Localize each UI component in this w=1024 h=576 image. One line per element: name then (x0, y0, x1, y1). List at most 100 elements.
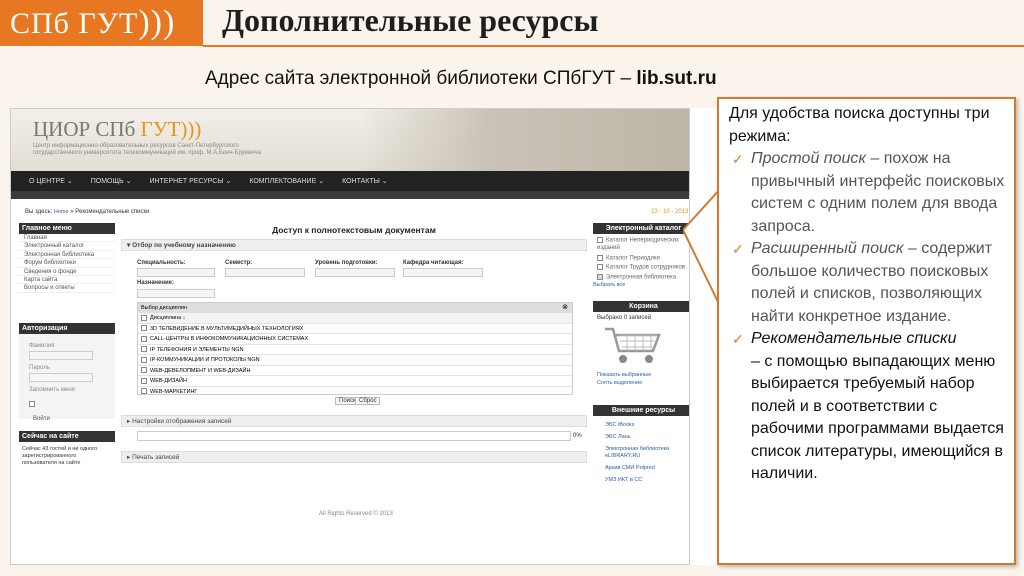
checkmark-icon: ✓ (732, 241, 744, 257)
semester-select[interactable] (225, 268, 305, 277)
callout-pointer (683, 188, 721, 308)
discipline-list-title: Выбор дисциплин (141, 305, 187, 311)
catalog-item-label: Каталог Трудов сотрудников (606, 264, 686, 271)
row-checkbox[interactable] (141, 325, 147, 332)
callout-item-simple-search: ✓ Простой поиск – похож на привычный инте… (729, 148, 1009, 238)
row-checkbox[interactable] (141, 377, 147, 384)
menu-item-library[interactable]: Электронная библиотека (19, 251, 115, 260)
catalog-item[interactable]: Каталог Трудов сотрудников (593, 261, 689, 271)
discipline-name: 3D ТЕЛЕВИДЕНИЕ В МУЛЬТИМЕДИЙНЫХ ТЕХНОЛОГ… (150, 325, 304, 332)
callout-item-advanced-search: ✓ Расширенный поиск – содержит большое ко… (729, 238, 1009, 328)
auth-pass-label: Пароль (29, 365, 50, 371)
discipline-name: WEB-МАРКЕТИНГ (150, 388, 198, 395)
cart-clear-link[interactable]: Снять выделение (593, 378, 689, 386)
row-checkbox[interactable] (141, 356, 147, 363)
menu-item-home[interactable]: Главная (19, 234, 115, 243)
filter-title: Отбор по учебному назначению (132, 242, 236, 249)
discipline-name: WEB-ДЕВЕЛОПМЕНТ И WEB-ДИЗАЙН (150, 367, 251, 374)
menu-item-catalog[interactable]: Электронный каталог (19, 242, 115, 251)
slide-title: Дополнительные ресурсы (222, 2, 599, 38)
filter-accordion[interactable]: ▾ Отбор по учебному назначению (121, 239, 587, 251)
main-menu: Главное меню Главная Электронный каталог… (19, 223, 115, 293)
level-select[interactable] (315, 268, 395, 277)
callout-item-title: Рекомендательные списки (751, 330, 957, 347)
online-box: Сейчас на сайте Сейчас 43 гостей и ни од… (19, 431, 115, 471)
catalog-item-label: Каталог Периодики (606, 255, 660, 262)
auth-remember-checkbox[interactable] (29, 400, 35, 407)
page-heading: Доступ к полнотекстовым документам (272, 225, 436, 235)
row-checkbox[interactable] (141, 335, 147, 342)
label-department: Кафедра читающая: (403, 260, 464, 266)
ext-link-ibooks[interactable]: ЭБС iBooks (593, 416, 689, 428)
ext-link-elibrary[interactable]: Электронная библиотека eLIBRARY.RU (593, 440, 673, 459)
menu-item-faq[interactable]: Вопросы и ответы (19, 284, 115, 293)
auth-login-button[interactable]: Войти (19, 413, 115, 422)
purpose-select[interactable] (137, 289, 215, 298)
progress-bar (137, 431, 571, 441)
specialty-select[interactable] (137, 268, 215, 277)
site-header-photo (359, 109, 689, 171)
discipline-row[interactable]: CALL-ЦЕНТРЫ В ИНФОКОММУНИКАЦИОННЫХ СИСТЕ… (138, 334, 572, 345)
discipline-row[interactable]: 3D ТЕЛЕВИДЕНИЕ В МУЛЬТИМЕДИЙНЫХ ТЕХНОЛОГ… (138, 324, 572, 334)
discipline-list: Выбор дисциплин ⊗ Дисциплина ↓ 3D ТЕЛЕВИД… (137, 302, 573, 395)
close-icon[interactable]: ⊗ (562, 303, 568, 313)
shopping-cart-icon (605, 327, 661, 363)
row-checkbox[interactable] (141, 346, 147, 353)
checkmark-icon: ✓ (732, 331, 744, 347)
department-select[interactable] (403, 268, 483, 277)
reset-button[interactable]: Сброс (355, 397, 381, 405)
callout-item-title: Расширенный поиск (751, 240, 904, 257)
nav-about[interactable]: О ЦЕНТРЕ ⌄ (29, 177, 73, 185)
label-purpose: Назначение: (137, 280, 175, 286)
online-text: Сейчас 43 гостей и ни одного зарегистрир… (22, 446, 98, 466)
discipline-row[interactable]: WEB-МАРКЕТИНГ (138, 387, 572, 395)
label-specialty: Специальность: (137, 260, 186, 266)
menu-item-sitemap[interactable]: Карта сайта (19, 276, 115, 285)
discipline-header-label: Дисциплина ↓ (150, 315, 186, 321)
select-all-link[interactable]: Выбрать все (593, 280, 689, 288)
print-accordion[interactable]: ▸ Печать записей (121, 451, 587, 463)
ext-link-lan[interactable]: ЭБС Лань (593, 428, 689, 440)
auth-login-input[interactable] (29, 351, 93, 360)
breadcrumb-home[interactable]: Home (54, 209, 69, 215)
menu-item-fund[interactable]: Сведения о фонде (19, 268, 115, 276)
discipline-name: WEB-ДИЗАЙН (150, 378, 187, 384)
callout-item-title: Простой поиск (751, 150, 866, 167)
label-semester: Семестр: (225, 260, 253, 266)
discipline-name: IP ТЕЛЕФОНИЯ И ЭЛЕМЕНТЫ NGN (150, 346, 244, 353)
discipline-row[interactable]: IP-КОММУНИКАЦИИ И ПРОТОКОЛЫ NGN (138, 355, 572, 366)
select-all-checkbox[interactable] (141, 314, 147, 321)
nav-contacts[interactable]: КОНТАКТЫ ⌄ (342, 177, 388, 185)
auth-pass-input[interactable] (29, 373, 93, 382)
nav-internet-resources[interactable]: ИНТЕРНЕТ РЕСУРСЫ ⌄ (149, 177, 231, 185)
catalog-item[interactable]: Электронная библиотека (593, 271, 689, 280)
discipline-row[interactable]: IP ТЕЛЕФОНИЯ И ЭЛЕМЕНТЫ NGN (138, 345, 572, 355)
site-nav: О ЦЕНТРЕ ⌄ ПОМОЩЬ ⌄ ИНТЕРНЕТ РЕСУРСЫ ⌄ К… (11, 171, 689, 191)
catalog-checkbox[interactable] (597, 237, 603, 243)
breadcrumb-current: » Рекомендательные списки (70, 209, 150, 215)
display-settings-accordion[interactable]: ▸ Настройки отображения записей (121, 415, 587, 427)
subtitle-text: Адрес сайта электронной библиотеки СПбГУ… (205, 68, 637, 89)
site-logo[interactable]: ЦИОР СПб ГУТ))) (33, 117, 201, 142)
cart-show-link[interactable]: Показать выбранные (593, 370, 689, 378)
nav-acquisition[interactable]: КОМПЛЕКТОВАНИЕ ⌄ (249, 177, 324, 185)
catalog-item[interactable]: Каталог Непериодических изданий (593, 234, 689, 252)
catalog-checkbox[interactable] (597, 264, 603, 271)
discipline-column-header[interactable]: Дисциплина ↓ (138, 313, 572, 324)
catalog-checkbox-checked[interactable] (597, 273, 603, 280)
ext-link-polpred[interactable]: Архив СМИ Polpred (593, 459, 689, 471)
catalog-item[interactable]: Каталог Периодики (593, 252, 689, 262)
slide-subtitle: Адрес сайта электронной библиотеки СПбГУ… (205, 68, 717, 90)
discipline-row[interactable]: WEB-ДЕВЕЛОПМЕНТ И WEB-ДИЗАЙН (138, 366, 572, 376)
row-checkbox[interactable] (141, 367, 147, 374)
nav-help[interactable]: ПОМОЩЬ ⌄ (91, 177, 132, 185)
breadcrumb-prefix: Вы здесь: (25, 209, 53, 215)
catalog-checkbox[interactable] (597, 254, 603, 261)
breadcrumb: Вы здесь: Home » Рекомендательные списки (25, 209, 150, 215)
row-checkbox[interactable] (141, 388, 147, 394)
auth-title: Авторизация (19, 323, 115, 334)
online-title: Сейчас на сайте (19, 431, 115, 442)
discipline-row[interactable]: WEB-ДИЗАЙН (138, 376, 572, 387)
ext-link-umz[interactable]: УМЗ ИКТ в СС (593, 471, 689, 483)
menu-item-forum[interactable]: Форум библиотеки (19, 259, 115, 268)
